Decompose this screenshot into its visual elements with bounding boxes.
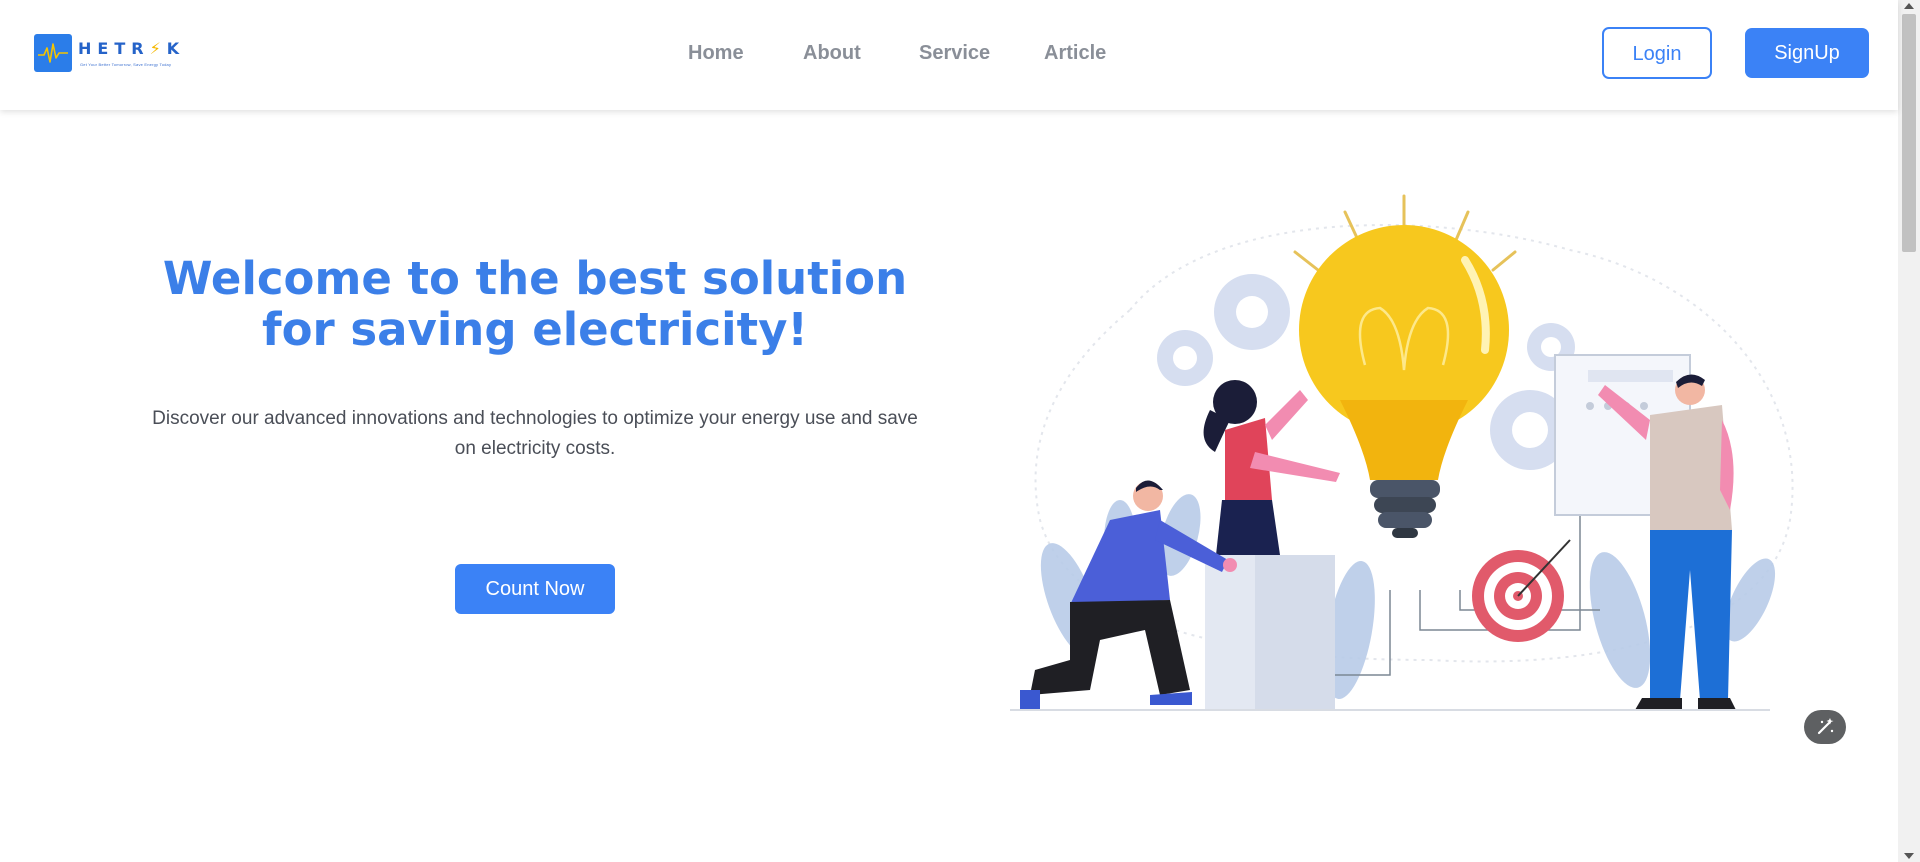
signup-button[interactable]: SignUp [1745, 28, 1869, 78]
heartbeat-pulse-icon [34, 34, 72, 72]
lightning-bolt-icon: ⚡ [149, 39, 167, 58]
navbar: HETR⚡K Get Your Better Tomorrow, Save En… [0, 0, 1898, 110]
nav-service-link[interactable]: Service [919, 42, 990, 65]
count-now-button[interactable]: Count Now [455, 564, 615, 614]
nav-home-link[interactable]: Home [688, 42, 744, 65]
lightbulb-teamwork-illustration [1010, 190, 1820, 720]
page-scrollbar[interactable] [1898, 0, 1920, 862]
nav-about-link[interactable]: About [803, 42, 861, 65]
nav-article-link[interactable]: Article [1044, 42, 1106, 65]
scrollbar-thumb[interactable] [1902, 14, 1916, 252]
brand-logo[interactable]: HETR⚡K Get Your Better Tomorrow, Save En… [34, 34, 194, 74]
hero-description: Discover our advanced innovations and te… [152, 408, 918, 459]
magic-wand-icon [1817, 718, 1834, 735]
magic-wand-button[interactable] [1804, 710, 1846, 744]
brand-name: HETR⚡K [78, 39, 186, 58]
brand-tagline: Get Your Better Tomorrow, Save Energy To… [80, 62, 172, 67]
login-button[interactable]: Login [1602, 27, 1712, 79]
scroll-up-arrow-icon[interactable] [1904, 3, 1914, 9]
scroll-down-arrow-icon[interactable] [1904, 853, 1914, 859]
hero-title: Welcome to the best solution for saving … [162, 252, 908, 356]
